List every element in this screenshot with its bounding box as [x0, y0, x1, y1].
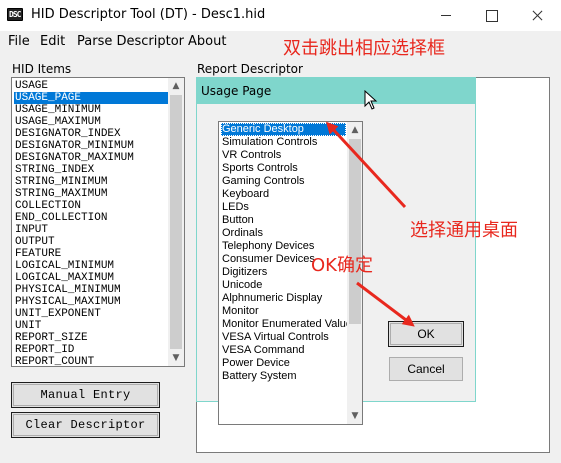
usage-page-item[interactable]: Monitor Enumerated Value [221, 318, 352, 331]
manual-entry-label: Manual Entry [40, 388, 131, 402]
menu-about[interactable]: About [188, 34, 226, 49]
hid-item[interactable]: STRING_MINIMUM [14, 176, 168, 188]
usage-page-item[interactable]: Power Device [221, 357, 346, 370]
app-icon-text: DSC [9, 10, 21, 19]
scroll-up-icon[interactable]: ▲ [168, 78, 184, 94]
cancel-button[interactable]: Cancel [389, 357, 463, 381]
annotation-select-generic-desktop: 选择通用桌面 [410, 220, 518, 241]
usage-page-item[interactable]: Generic Desktop [221, 123, 346, 136]
hid-item[interactable]: PHYSICAL_MAXIMUM [14, 296, 168, 308]
close-button[interactable] [514, 0, 560, 31]
usage-page-item[interactable]: VESA Virtual Controls [221, 331, 346, 344]
dialog-title: Usage Page [201, 84, 272, 98]
menu-file[interactable]: File [8, 34, 30, 49]
hid-item[interactable]: DESIGNATOR_MINIMUM [14, 140, 168, 152]
clear-descriptor-button[interactable]: Clear Descriptor [11, 412, 160, 438]
usage-page-item[interactable]: Keyboard [221, 188, 346, 201]
usage-page-item[interactable]: Sports Controls [221, 162, 346, 175]
report-descriptor-label: Report Descriptor [197, 62, 303, 76]
title-bar: DSC HID Descriptor Tool (DT) - Desc1.hid [0, 0, 561, 31]
menu-edit[interactable]: Edit [40, 34, 65, 49]
scroll-down-icon[interactable]: ▼ [347, 408, 362, 424]
window-title: HID Descriptor Tool (DT) - Desc1.hid [31, 7, 266, 22]
usage-page-item[interactable]: VESA Command [221, 344, 346, 357]
hid-item[interactable]: USAGE [14, 80, 168, 92]
hid-item[interactable]: REPORT_COUNT [14, 356, 168, 366]
usage-page-item[interactable]: VR Controls [221, 149, 346, 162]
usage-page-item[interactable]: Button [221, 214, 346, 227]
usage-page-item[interactable]: Alphnumeric Display [221, 292, 346, 305]
hid-item[interactable]: PHYSICAL_MINIMUM [14, 284, 168, 296]
hid-item[interactable]: USAGE_MAXIMUM [14, 116, 168, 128]
hid-item[interactable]: USAGE_MINIMUM [14, 104, 168, 116]
hid-item[interactable]: INPUT [14, 224, 168, 236]
hid-item[interactable]: STRING_MAXIMUM [14, 188, 168, 200]
annotation-ok-confirm: OK确定 [311, 255, 373, 276]
hid-item[interactable]: FEATURE [14, 248, 168, 260]
hid-item[interactable]: OUTPUT [14, 236, 168, 248]
usage-page-item[interactable]: Monitor [221, 305, 346, 318]
mouse-cursor-icon [364, 90, 378, 110]
scroll-down-icon[interactable]: ▼ [168, 350, 184, 366]
scroll-up-icon[interactable]: ▲ [347, 122, 362, 138]
hid-item[interactable]: LOGICAL_MAXIMUM [14, 272, 168, 284]
hid-item[interactable]: STRING_INDEX [14, 164, 168, 176]
hid-item[interactable]: REPORT_ID [14, 344, 168, 356]
usage-page-item[interactable]: LEDs [221, 201, 346, 214]
menu-bar: File Edit Parse Descriptor About [0, 31, 561, 51]
hid-item[interactable]: UNIT [14, 320, 168, 332]
minimize-button[interactable] [423, 0, 469, 31]
hid-item[interactable]: DESIGNATOR_INDEX [14, 128, 168, 140]
manual-entry-button[interactable]: Manual Entry [11, 382, 160, 408]
app-icon[interactable]: DSC [7, 8, 23, 21]
hid-item[interactable]: COLLECTION [14, 200, 168, 212]
hid-item[interactable]: UNIT_EXPONENT [14, 308, 168, 320]
usage-page-item[interactable]: Unicode [221, 279, 346, 292]
scroll-thumb[interactable] [349, 139, 361, 324]
menu-parse-descriptor[interactable]: Parse Descriptor [77, 34, 184, 49]
hid-item[interactable]: USAGE_PAGE [14, 92, 168, 104]
usage-page-item[interactable]: Simulation Controls [221, 136, 346, 149]
scroll-thumb[interactable] [170, 95, 182, 349]
hid-item[interactable]: REPORT_SIZE [14, 332, 168, 344]
hid-item[interactable]: END_COLLECTION [14, 212, 168, 224]
dialog-title-bar[interactable]: Usage Page [197, 78, 475, 104]
usage-page-item[interactable]: Battery System [221, 370, 346, 383]
hid-item[interactable]: LOGICAL_MINIMUM [14, 260, 168, 272]
ok-label: OK [417, 327, 435, 341]
hid-item[interactable]: DESIGNATOR_MAXIMUM [14, 152, 168, 164]
hid-items-scrollbar[interactable]: ▲ ▼ [168, 78, 184, 366]
hid-items-list[interactable]: REPORT_COUNT REPORT_ID REPORT_SIZE UNIT UNIT… [11, 77, 185, 367]
usage-page-item[interactable]: Ordinals [221, 227, 346, 240]
usage-page-item[interactable]: Gaming Controls [221, 175, 346, 188]
hid-items-label: HID Items [12, 62, 72, 76]
maximize-button[interactable] [468, 0, 514, 31]
clear-descriptor-label: Clear Descriptor [25, 418, 146, 432]
ok-button[interactable]: OK [388, 321, 464, 347]
cancel-label: Cancel [407, 362, 445, 376]
annotation-double-click: 双击跳出相应选择框 [283, 38, 445, 59]
